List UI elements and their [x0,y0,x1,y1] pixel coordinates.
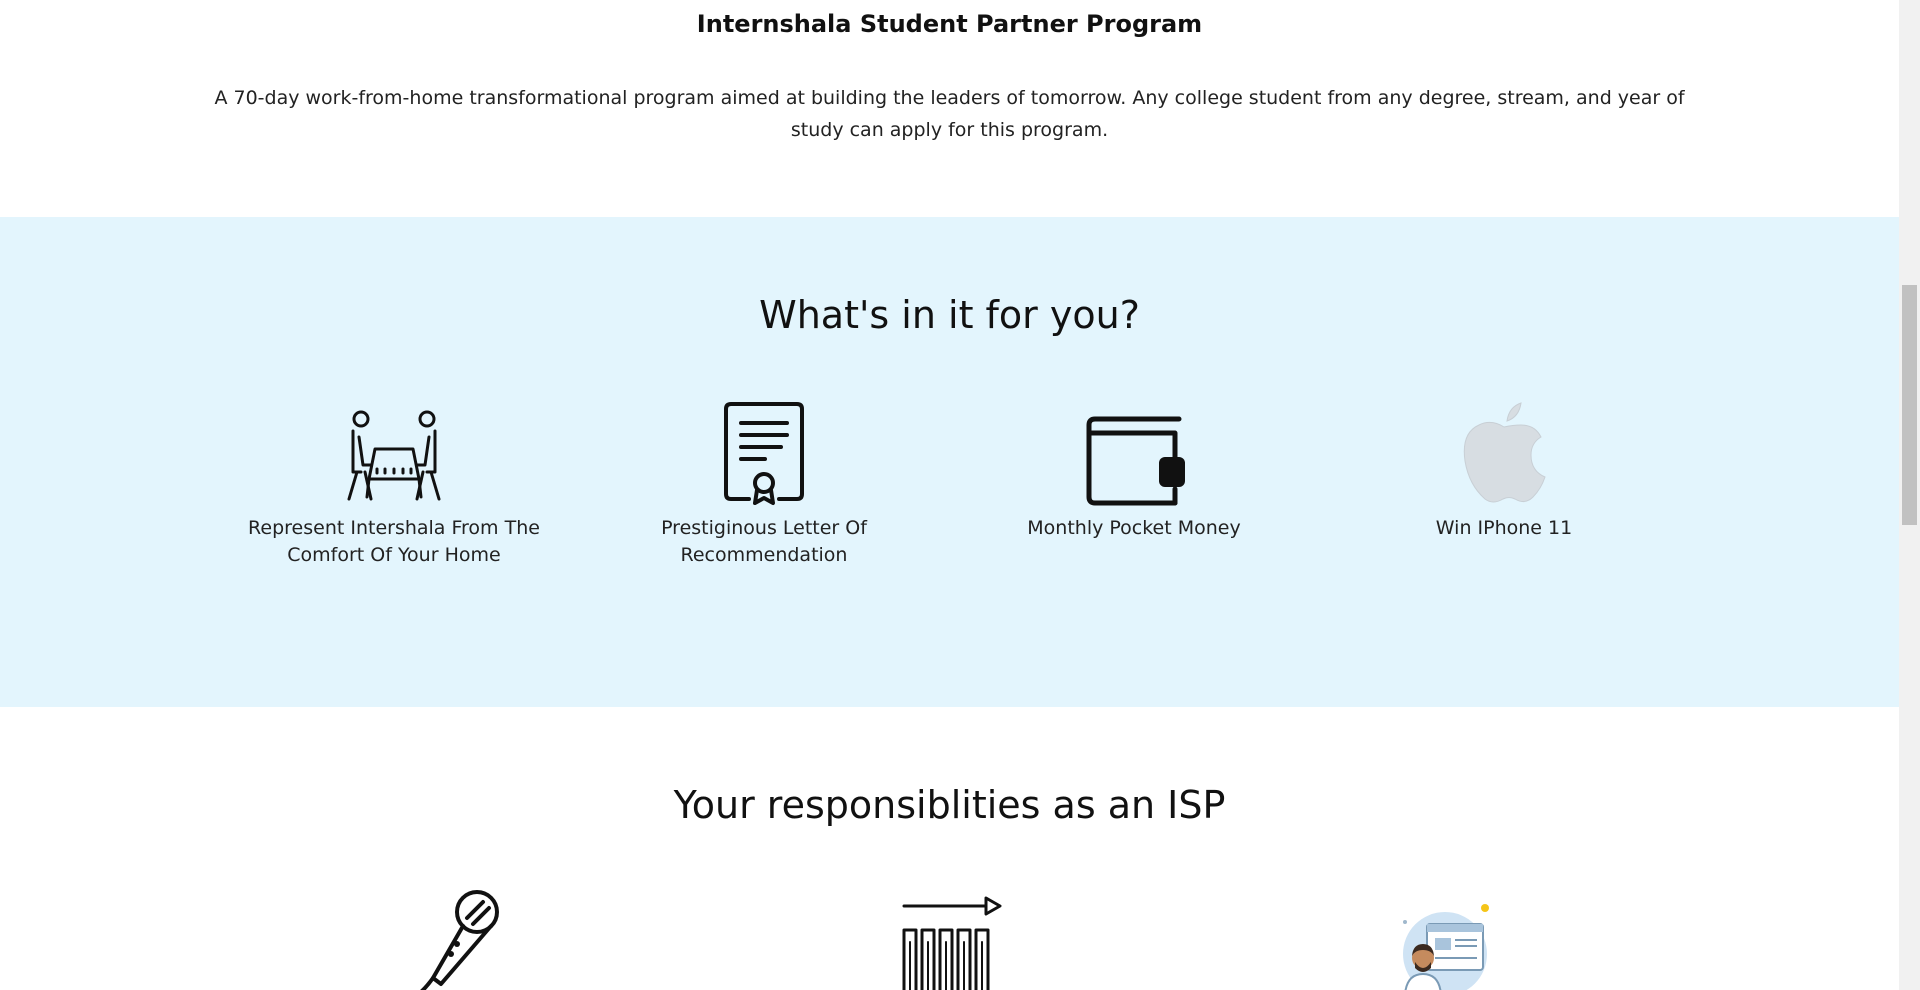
apple-logo-icon [1463,402,1546,503]
meeting-table-icon [347,410,441,501]
program-title: Internshala Student Partner Program [696,10,1203,38]
benefit-label: Win IPhone 11 [1435,517,1573,539]
benefits-section: What's in it for you? Represent Intersha… [0,217,1899,707]
responsibilities-section: Your responsiblities as an ISP [0,707,1899,990]
benefits-heading: What's in it for you? [759,293,1140,337]
microphone-icon [420,890,499,990]
benefit-label: Prestiginous Letter Of Recommendation [661,517,867,566]
benefit-item: Monthly Pocket Money [974,397,1294,542]
page: Internshala Student Partner Program A 70… [0,0,1899,990]
benefit-label: Monthly Pocket Money [1027,517,1241,539]
growth-chart-icon [902,896,1002,990]
benefit-item: Win IPhone 11 [1344,397,1664,542]
vertical-scrollbar[interactable] [1899,0,1920,990]
responsibilities-heading: Your responsiblities as an ISP [673,783,1226,827]
benefit-item: Represent Intershala From The Comfort Of… [234,397,554,569]
benefit-item: Prestiginous Letter Of Recommendation [604,397,924,569]
intro-section: Internshala Student Partner Program A 70… [0,0,1899,217]
presenter-avatar-icon [1403,904,1489,990]
certificate-icon [724,402,804,505]
benefit-label: Represent Intershala From The Comfort Of… [248,517,540,566]
scrollbar-thumb[interactable] [1902,285,1917,525]
wallet-icon [1086,416,1185,506]
program-description: A 70-day work-from-home transformational… [214,87,1685,141]
